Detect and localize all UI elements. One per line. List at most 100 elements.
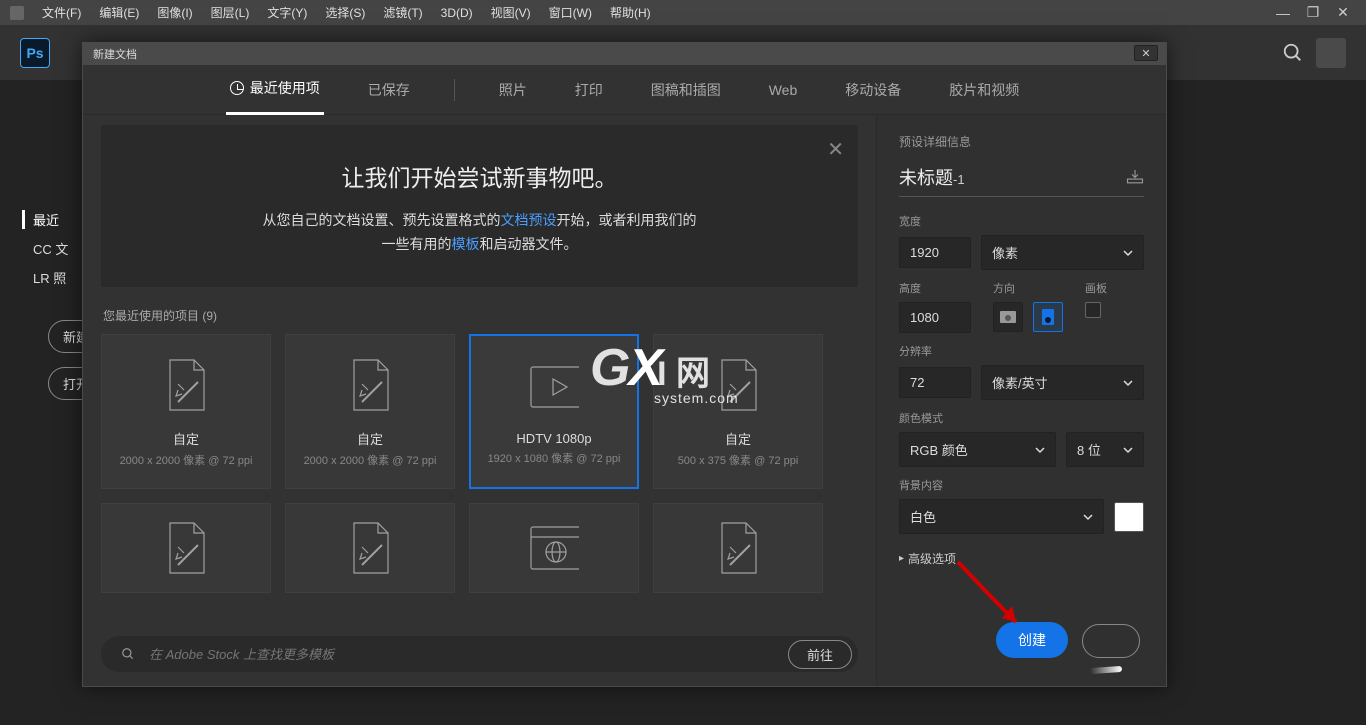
doc-title-suffix: -1 [953, 172, 965, 187]
preset-card[interactable]: 自定 500 x 375 像素 @ 72 ppi [653, 334, 823, 489]
orientation-portrait[interactable] [1033, 302, 1063, 332]
height-input[interactable] [899, 302, 971, 333]
width-label: 宽度 [899, 213, 1144, 229]
preset-details-pane: 预设详细信息 未标题-1 宽度 像素 高度 [876, 115, 1166, 686]
document-icon [345, 355, 395, 415]
hero-link-templates[interactable]: 模板 [452, 236, 480, 252]
dialog-titlebar: 新建文档 ✕ [83, 43, 1166, 65]
preset-name: HDTV 1080p [516, 431, 591, 446]
tab-saved[interactable]: 已保存 [364, 66, 414, 114]
background-color-swatch[interactable] [1114, 502, 1144, 532]
preset-name: 自定 [173, 429, 199, 448]
preset-card[interactable]: 自定 2000 x 2000 像素 @ 72 ppi [285, 334, 455, 489]
web-icon [529, 518, 579, 578]
chevron-down-icon [1083, 512, 1093, 522]
advanced-options-toggle[interactable]: ▸ 高级选项 [899, 550, 1144, 567]
artboard-checkbox[interactable] [1085, 302, 1101, 318]
new-document-dialog: 新建文档 ✕ 最近使用项 已保存 照片 打印 图稿和插图 Web 移动设备 胶片… [82, 42, 1167, 687]
window-minimize[interactable]: — [1268, 5, 1298, 21]
menu-edit[interactable]: 编辑(E) [99, 4, 139, 21]
menu-layer[interactable]: 图层(L) [211, 4, 250, 21]
width-unit-select[interactable]: 像素 [981, 235, 1144, 270]
preset-card[interactable]: 自定 2000 x 2000 像素 @ 72 ppi [101, 334, 271, 489]
hero-link-presets[interactable]: 文档预设 [501, 212, 557, 228]
tab-web[interactable]: Web [765, 68, 802, 112]
document-icon [345, 518, 395, 578]
hero-headline: 让我们开始尝试新事物吧。 [131, 159, 828, 193]
document-icon [161, 518, 211, 578]
sidebar-item-recent[interactable]: 最近 [22, 210, 68, 229]
tab-print[interactable]: 打印 [571, 66, 607, 114]
ps-logo-icon: Ps [20, 38, 50, 68]
sidebar-item-lr[interactable]: LR 照 [22, 268, 68, 287]
doc-title-input[interactable]: 未标题 [899, 168, 953, 188]
preset-card[interactable] [285, 503, 455, 593]
search-icon[interactable] [1282, 42, 1304, 64]
tab-recent[interactable]: 最近使用项 [226, 64, 324, 115]
menu-window[interactable]: 窗口(W) [549, 4, 592, 21]
window-maximize[interactable]: ❐ [1298, 4, 1328, 21]
document-icon [713, 355, 763, 415]
stock-search-input[interactable] [149, 647, 774, 662]
menu-view[interactable]: 视图(V) [491, 4, 531, 21]
preset-name: 自定 [357, 429, 383, 448]
colorbits-select[interactable]: 8 位 [1066, 432, 1144, 467]
close-button-partial[interactable] [1082, 624, 1140, 658]
artboard-label: 画板 [1085, 280, 1107, 296]
menu-select[interactable]: 选择(S) [325, 4, 365, 21]
tab-separator [454, 79, 455, 101]
preset-name: 自定 [725, 429, 751, 448]
appbar-workspace-button[interactable] [1316, 38, 1346, 68]
tab-mobile[interactable]: 移动设备 [841, 66, 905, 114]
preset-card[interactable] [653, 503, 823, 593]
tab-film[interactable]: 胶片和视频 [945, 66, 1023, 114]
window-controls: — ❐ ✕ [1260, 0, 1366, 25]
chevron-down-icon [1123, 248, 1133, 258]
sidebar-item-cc[interactable]: CC 文 [22, 239, 68, 258]
menu-help[interactable]: 帮助(H) [610, 4, 651, 21]
dialog-tabs: 最近使用项 已保存 照片 打印 图稿和插图 Web 移动设备 胶片和视频 [83, 65, 1166, 115]
tab-art[interactable]: 图稿和插图 [647, 66, 725, 114]
resolution-unit-select[interactable]: 像素/英寸 [981, 365, 1144, 400]
width-input[interactable] [899, 237, 971, 268]
tab-photo[interactable]: 照片 [495, 66, 531, 114]
resolution-label: 分辨率 [899, 343, 1144, 359]
create-button[interactable]: 创建 [996, 622, 1068, 658]
chevron-right-icon: ▸ [899, 553, 904, 564]
stock-search-row: 前往 [101, 636, 858, 672]
menu-type[interactable]: 文字(Y) [267, 4, 307, 21]
dialog-title-text: 新建文档 [93, 46, 137, 62]
app-menubar: 文件(F) 编辑(E) 图像(I) 图层(L) 文字(Y) 选择(S) 滤镜(T… [0, 0, 1366, 25]
resolution-input[interactable] [899, 367, 971, 398]
menu-image[interactable]: 图像(I) [157, 4, 192, 21]
background-select[interactable]: 白色 [899, 499, 1104, 534]
chevron-down-icon [1035, 445, 1045, 455]
light-streak-decoration [1090, 666, 1122, 674]
menu-file[interactable]: 文件(F) [42, 4, 81, 21]
hero-close-icon[interactable]: ✕ [827, 137, 844, 162]
menu-filter[interactable]: 滤镜(T) [383, 4, 422, 21]
preset-meta: 2000 x 2000 像素 @ 72 ppi [120, 452, 253, 468]
home-sidebar: 最近 CC 文 LR 照 [22, 210, 68, 297]
hero-text: 从您自己的文档设置、预先设置格式的文档预设开始，或者利用我们的 一些有用的模板和… [131, 209, 828, 257]
clock-icon [230, 81, 244, 95]
preset-meta: 2000 x 2000 像素 @ 72 ppi [304, 452, 437, 468]
recent-items-label: 您最近使用的项目 (9) [103, 307, 858, 324]
dialog-close-button[interactable]: ✕ [1134, 45, 1158, 61]
preset-card[interactable] [469, 503, 639, 593]
chevron-down-icon [1123, 378, 1133, 388]
colormode-select[interactable]: RGB 颜色 [899, 432, 1056, 467]
preset-meta: 500 x 375 像素 @ 72 ppi [678, 452, 799, 468]
save-preset-icon[interactable] [1126, 168, 1144, 184]
window-close[interactable]: ✕ [1328, 4, 1358, 21]
background-label: 背景内容 [899, 477, 1144, 493]
stock-go-button[interactable]: 前往 [788, 640, 852, 669]
colormode-label: 颜色模式 [899, 410, 1144, 426]
orientation-landscape[interactable] [993, 302, 1023, 332]
preset-card[interactable] [101, 503, 271, 593]
menu-3d[interactable]: 3D(D) [441, 6, 473, 20]
orientation-label: 方向 [993, 280, 1063, 296]
ps-mini-icon [10, 6, 24, 20]
preset-card-selected[interactable]: HDTV 1080p 1920 x 1080 像素 @ 72 ppi [469, 334, 639, 489]
document-icon [161, 355, 211, 415]
